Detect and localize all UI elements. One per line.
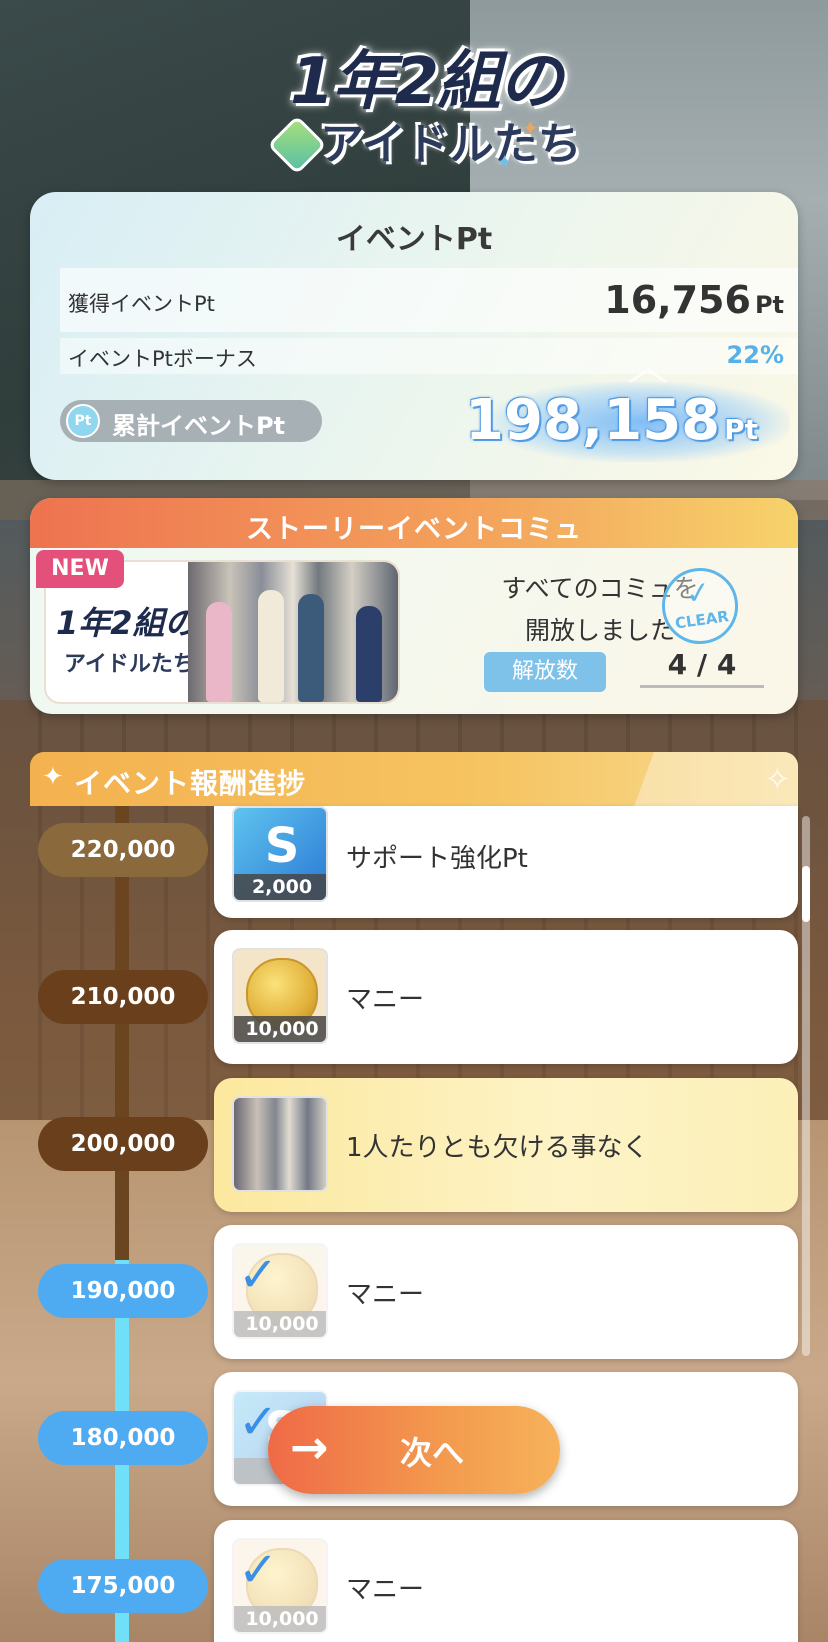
reward-row[interactable]: S 2,000 サポート強化Pt [214,806,798,918]
reward-name: 1人たりとも欠ける事なく [346,1133,649,1163]
released-count: 4 / 4 [640,648,764,688]
banner-subtitle: アイドルたち [64,652,195,677]
acquired-pt-label: 獲得イベントPt [68,292,215,316]
bonus-pt-label: イベントPtボーナス [68,347,257,371]
sparkle-icon: ✦ [496,150,513,174]
card-art-icon [232,1096,328,1192]
milestone-badge: 175,000 [38,1559,208,1613]
milestone-badge: 220,000 [38,823,208,877]
banner-title: 1年2組の [56,604,197,642]
milestone-badge: 190,000 [38,1264,208,1318]
progress-track [115,806,129,1642]
story-event-panel[interactable]: ストーリーイベントコミュ 1年2組の アイドルたち NEW すべてのコミュを 開… [30,498,798,714]
reward-row[interactable]: 10,000 ✓ マニー [214,1225,798,1359]
reward-scrollbar[interactable] [802,816,810,1356]
reward-row[interactable]: 10,000 ✓ マニー [214,1520,798,1642]
check-icon: ✓ [238,1542,279,1598]
milestone-badge: 210,000 [38,970,208,1024]
logo-badge-icon [267,115,327,175]
money-coin-icon: 10,000 [232,948,328,1044]
story-event-header: ストーリーイベントコミュ [30,498,798,548]
bonus-pt-value: 22% [726,341,784,369]
check-icon: ✓ [238,1247,279,1303]
scrollbar-thumb[interactable] [802,866,810,922]
milestone-badge: 200,000 [38,1117,208,1171]
next-button-label: 次へ [400,1434,465,1472]
sparkle-icon: ✦ [522,116,539,140]
reward-name: サポート強化Pt [346,844,528,874]
pt-coin-icon: Pt [66,404,100,438]
reward-progress-header: ✦ イベント報酬進捗 ✧ [30,752,798,806]
acquired-pt-row: 獲得イベントPt 16,756 Pt [60,268,798,332]
reward-row[interactable]: 10,000 マニー [214,930,798,1064]
star-icon: ✦ [42,762,64,792]
chevron-up-icon: ︿ [628,344,668,390]
reward-row-featured[interactable]: 1人たりとも欠ける事なく [214,1078,798,1212]
milestone-badge: 180,000 [38,1411,208,1465]
total-pt-label: 累計イベントPt [112,412,286,440]
arrow-right-icon: → [290,1420,329,1474]
acquired-pt-value: 16,756 Pt [604,278,784,322]
reward-progress-title: イベント報酬進捗 [74,767,307,800]
banner-character-art [188,562,398,702]
story-event-title: ストーリーイベントコミュ [246,514,582,545]
reward-name: マニー [346,985,425,1015]
event-logo-line2: アイドルたち [320,119,582,170]
event-logo: 1年2組の アイドルたち ✦ ✦ [267,22,582,175]
event-pt-card: イベントPt 獲得イベントPt 16,756 Pt イベントPtボーナス 22% … [30,192,798,480]
bonus-pt-row: イベントPtボーナス 22% [60,338,798,374]
released-label: 解放数 [484,652,606,692]
next-button[interactable]: → 次へ [268,1406,560,1494]
event-pt-title: イベントPt [335,222,493,257]
total-pt-pill: Pt 累計イベントPt [60,400,322,442]
reward-name: マニー [346,1575,425,1605]
new-badge: NEW [36,550,124,588]
sparkle-icon: ✧ [764,760,791,798]
reward-name: マニー [346,1280,425,1310]
support-pt-icon: S 2,000 [232,806,328,902]
total-pt-value: 198,158 Pt [465,388,758,453]
